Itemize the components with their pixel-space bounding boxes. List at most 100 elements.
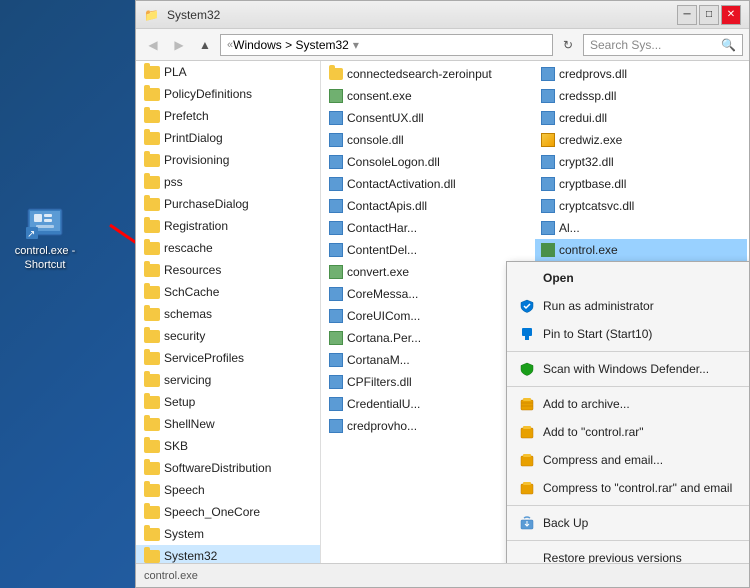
sidebar-item-registration[interactable]: Registration (136, 215, 320, 237)
sidebar-item-pss[interactable]: pss (136, 171, 320, 193)
folder-icon (144, 484, 160, 497)
file-item-convert[interactable]: convert.exe (323, 261, 535, 283)
file-item-crypt32[interactable]: crypt32.dll (535, 151, 747, 173)
sidebar-item-software-distribution[interactable]: SoftwareDistribution (136, 457, 320, 479)
dll-icon (329, 221, 343, 235)
minimize-button[interactable]: ─ (677, 5, 697, 25)
file-label: CortanaM... (347, 353, 410, 367)
file-label: ConsoleLogon.dll (347, 155, 440, 169)
folder-icon (144, 286, 160, 299)
file-item-core-message[interactable]: CoreMessa... (323, 283, 535, 305)
up-button[interactable]: ▲ (194, 34, 216, 56)
sidebar-item-speech[interactable]: Speech (136, 479, 320, 501)
back-button[interactable]: ◀ (142, 34, 164, 56)
sidebar-item-purchase-dialog[interactable]: PurchaseDialog (136, 193, 320, 215)
exe-icon (541, 243, 555, 257)
desktop-icon-control-exe[interactable]: ↗ control.exe - Shortcut (10, 200, 80, 273)
file-label: connectedsearch-zeroinput (347, 67, 492, 81)
sidebar-item-prefetch[interactable]: Prefetch (136, 105, 320, 127)
folder-icon (144, 264, 160, 277)
file-item-al[interactable]: Al... (535, 217, 747, 239)
forward-button[interactable]: ▶ (168, 34, 190, 56)
cm-add-control-rar[interactable]: Add to "control.rar" (507, 418, 749, 446)
cm-open[interactable]: Open (507, 264, 749, 292)
file-item-console[interactable]: console.dll (323, 129, 535, 151)
sidebar-item-label: PurchaseDialog (164, 197, 249, 211)
sidebar-item-schemas[interactable]: schemas (136, 303, 320, 325)
cm-compress-control-rar-email[interactable]: Compress to "control.rar" and email (507, 474, 749, 502)
sidebar-item-policy-definitions[interactable]: PolicyDefinitions (136, 83, 320, 105)
sidebar-item-label: System32 (164, 549, 217, 563)
cm-backup[interactable]: Back Up (507, 509, 749, 537)
cm-scan-defender[interactable]: Scan with Windows Defender... (507, 355, 749, 383)
cm-label: Run as administrator (543, 299, 654, 313)
archive2-icon (519, 424, 535, 440)
address-input[interactable]: « Windows > System32 ▾ (220, 34, 553, 56)
file-item-consentux[interactable]: ConsentUX.dll (323, 107, 535, 129)
file-item-consolelogon[interactable]: ConsoleLogon.dll (323, 151, 535, 173)
sidebar-item-print-dialog[interactable]: PrintDialog (136, 127, 320, 149)
sidebar-item-pla[interactable]: PLA (136, 61, 320, 83)
file-item-cryptbase[interactable]: cryptbase.dll (535, 173, 747, 195)
file-item-credssp[interactable]: credssp.dll (535, 85, 747, 107)
file-item-contact-activation[interactable]: ContactActivation.dll (323, 173, 535, 195)
cm-add-archive[interactable]: Add to archive... (507, 390, 749, 418)
dll-icon (329, 397, 343, 411)
search-box[interactable]: Search Sys... 🔍 (583, 34, 743, 56)
file-item-consent-exe[interactable]: consent.exe (323, 85, 535, 107)
sidebar-item-shell-new[interactable]: ShellNew (136, 413, 320, 435)
file-label: CPFilters.dll (347, 375, 412, 389)
sidebar-item-label: Resources (164, 263, 221, 277)
file-item-contact-apis[interactable]: ContactApis.dll (323, 195, 535, 217)
sidebar-item-servicing[interactable]: servicing (136, 369, 320, 391)
file-item-cortana-per[interactable]: Cortana.Per... (323, 327, 535, 349)
folder-icon (144, 440, 160, 453)
file-item-control-exe[interactable]: control.exe (535, 239, 747, 261)
file-label: Al... (559, 221, 580, 235)
file-item-credwiz[interactable]: credwiz.exe (535, 129, 747, 151)
defender-icon (519, 361, 535, 377)
address-breadcrumb: Windows > System32 (233, 38, 349, 52)
sidebar-item-schcache[interactable]: SchCache (136, 281, 320, 303)
file-item-credential-u[interactable]: CredentialU... (323, 393, 535, 415)
file-item-credprovho[interactable]: credprovho... (323, 415, 535, 437)
cm-restore-versions[interactable]: Restore previous versions (507, 544, 749, 563)
sidebar-item-skb[interactable]: SKB (136, 435, 320, 457)
file-item-credui[interactable]: credui.dll (535, 107, 747, 129)
file-item-cryptcatsvc[interactable]: cryptcatsvc.dll (535, 195, 747, 217)
svg-text:↗: ↗ (27, 229, 35, 239)
sidebar-item-provisioning[interactable]: Provisioning (136, 149, 320, 171)
sidebar-item-rescache[interactable]: rescache (136, 237, 320, 259)
cm-compress-email[interactable]: Compress and email... (507, 446, 749, 474)
cm-label: Compress and email... (543, 453, 663, 467)
cm-pin-start[interactable]: Pin to Start (Start10) (507, 320, 749, 348)
separator (507, 505, 749, 506)
sidebar-item-system[interactable]: System (136, 523, 320, 545)
sidebar-item-speech-one-core[interactable]: Speech_OneCore (136, 501, 320, 523)
cm-run-as-admin[interactable]: Run as administrator (507, 292, 749, 320)
file-item-cortana-map2[interactable]: CortanaM... (323, 349, 535, 371)
maximize-button[interactable]: □ (699, 5, 719, 25)
sidebar-item-label: SKB (164, 439, 188, 453)
file-label: ContactActivation.dll (347, 177, 456, 191)
sidebar-item-label: schemas (164, 307, 212, 321)
file-item-contact-har[interactable]: ContactHar... (323, 217, 535, 239)
sidebar-item-label: Setup (164, 395, 195, 409)
file-item-content-del[interactable]: ContentDel... (323, 239, 535, 261)
pin-icon (519, 326, 535, 342)
sidebar-item-label: rescache (164, 241, 213, 255)
sidebar-item-resources[interactable]: Resources (136, 259, 320, 281)
file-label: ContactApis.dll (347, 199, 427, 213)
file-item-core-ui[interactable]: CoreUICom... (323, 305, 535, 327)
file-item-credprovs[interactable]: credprovs.dll (535, 63, 747, 85)
control-exe-icon: ↗ (25, 200, 65, 240)
sidebar-item-security[interactable]: security (136, 325, 320, 347)
dll-icon (541, 177, 555, 191)
refresh-button[interactable]: ↻ (557, 34, 579, 56)
sidebar-item-setup[interactable]: Setup (136, 391, 320, 413)
file-item-connected-search[interactable]: connectedsearch-zeroinput (323, 63, 535, 85)
sidebar-item-service-profiles[interactable]: ServiceProfiles (136, 347, 320, 369)
close-button[interactable]: ✕ (721, 5, 741, 25)
sidebar-item-system32[interactable]: System32 (136, 545, 320, 563)
file-item-cpfilters[interactable]: CPFilters.dll (323, 371, 535, 393)
